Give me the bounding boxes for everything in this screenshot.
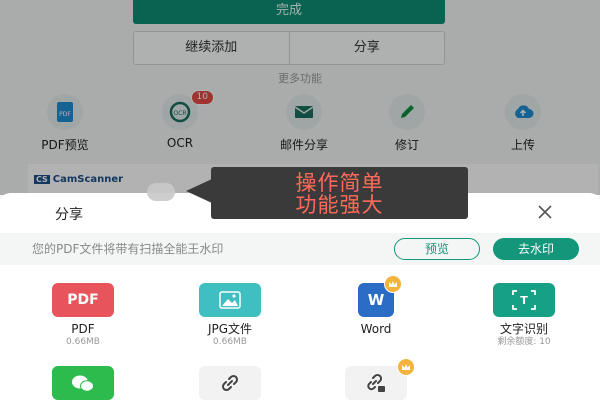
callout-line-1: 操作简单 (295, 171, 384, 195)
pdf-icon: PDF (52, 283, 114, 317)
option-quota: 剩余额度: 10 (497, 337, 551, 347)
preview-button[interactable]: 预览 (394, 238, 480, 260)
share-option-wechat[interactable] (28, 366, 138, 400)
drag-handle-dot (147, 183, 175, 201)
dim-overlay[interactable] (0, 0, 600, 195)
share-option-pdf[interactable]: PDF PDF 0.66MB (28, 283, 138, 348)
option-size: 0.66MB (66, 337, 100, 347)
close-icon[interactable] (536, 203, 554, 221)
share-option-locked-link[interactable] (321, 358, 431, 400)
locked-link-icon (345, 358, 415, 400)
text-recognition-icon: T (493, 283, 555, 317)
pdf-tile-text: PDF (67, 292, 99, 308)
option-name: 文字识别 (499, 322, 548, 336)
option-name: Word (360, 322, 392, 336)
watermark-notice: 您的PDF文件将带有扫描全能王水印 (32, 242, 224, 256)
wechat-icon (52, 366, 114, 400)
image-icon (199, 283, 261, 317)
share-option-jpg[interactable]: JPG文件 0.66MB (175, 283, 285, 348)
word-tile-text: W (367, 291, 385, 309)
share-option-text-recognition[interactable]: T 文字识别 剩余额度: 10 (469, 283, 579, 348)
callout-pointer (186, 179, 212, 203)
svg-text:T: T (520, 294, 528, 307)
share-option-link[interactable] (175, 366, 285, 400)
remove-watermark-button[interactable]: 去水印 (493, 238, 579, 260)
promo-callout: 操作简单 功能强大 (211, 167, 468, 219)
share-option-word[interactable]: W Word (321, 275, 431, 336)
crown-icon (397, 358, 415, 376)
option-name: PDF (71, 322, 95, 336)
share-sheet-title: 分享 (55, 207, 83, 223)
word-icon: W (358, 275, 402, 317)
link-icon (199, 366, 261, 400)
crown-icon (384, 275, 402, 293)
option-name: JPG文件 (207, 322, 253, 336)
option-size: 0.66MB (213, 337, 247, 347)
callout-line-2: 功能强大 (295, 193, 384, 217)
